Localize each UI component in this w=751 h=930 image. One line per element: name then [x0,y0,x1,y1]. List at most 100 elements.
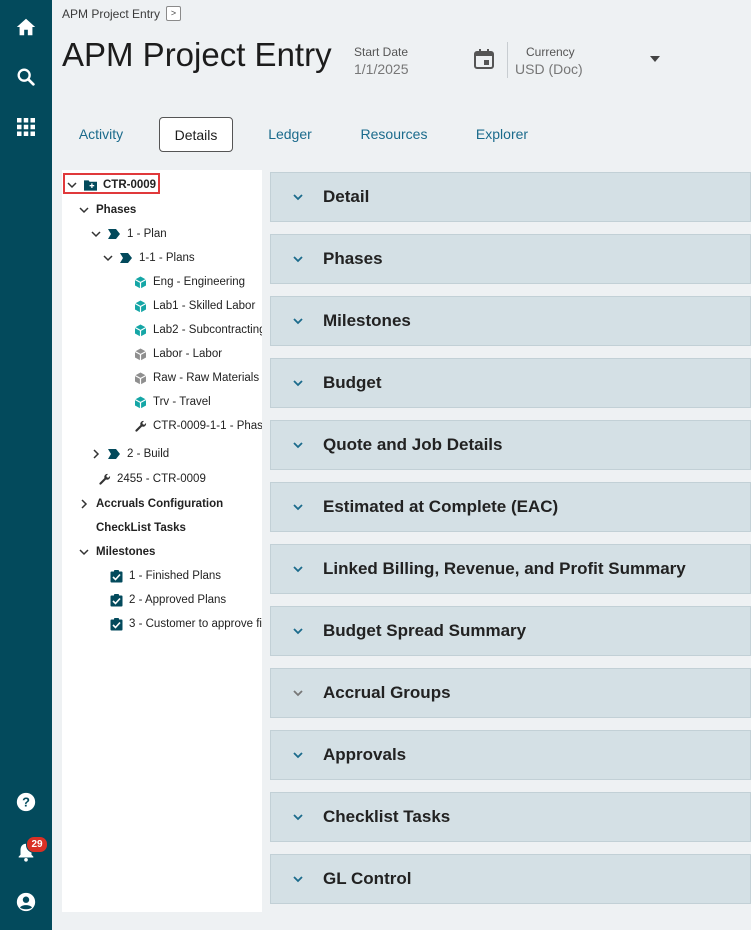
resource-cube-icon [134,300,147,313]
chevron-down-icon[interactable] [90,228,102,240]
section-gl-control[interactable]: GL Control [270,854,751,904]
tree-node-checklist[interactable]: CheckList Tasks [96,517,186,539]
section-title: Quote and Job Details [323,435,503,454]
section-accrual-groups[interactable]: Accrual Groups [270,668,751,718]
section-checklist-tasks[interactable]: Checklist Tasks [270,792,751,842]
breadcrumb-label[interactable]: APM Project Entry [62,7,160,21]
chevron-right-icon[interactable] [78,498,90,510]
start-date-value[interactable]: 1/1/2025 [354,61,409,77]
tree-node-milestones[interactable]: Milestones [78,541,155,563]
section-title: Linked Billing, Revenue, and Profit Summ… [323,559,686,578]
tree-node-phase-item[interactable]: CTR-0009-1-1 - Phase [134,415,262,437]
tree-plan-label: 1 - Plan [127,228,167,240]
section-phases[interactable]: Phases [270,234,751,284]
calendar-icon[interactable] [472,47,496,71]
section-detail[interactable]: Detail [270,172,751,222]
tree-node-build[interactable]: 2 - Build [90,443,169,465]
phase-tag-icon [120,252,133,265]
tree-milestone-item[interactable]: 2 - Approved Plans [110,589,226,611]
tree-resource-item[interactable]: Lab2 - Subcontracting [134,319,262,341]
chevron-down-icon[interactable] [78,204,90,216]
resource-cube-icon [134,324,147,337]
svg-text:?: ? [22,795,30,810]
chevron-down-icon [291,314,305,328]
chevron-down-icon [291,810,305,824]
chevron-right-icon[interactable] [90,448,102,460]
tree-resource-item[interactable]: Eng - Engineering [134,271,245,293]
tree-resource-item[interactable]: Trv - Travel [134,391,211,413]
milestone-label: 1 - Finished Plans [129,570,222,582]
section-budget[interactable]: Budget [270,358,751,408]
breadcrumb-expand-button[interactable]: > [166,6,182,21]
currency-label: Currency [526,45,575,59]
notification-count-badge: 29 [26,836,48,853]
tree-phases-label: Phases [96,204,137,216]
section-milestones[interactable]: Milestones [270,296,751,346]
resource-label: Eng - Engineering [153,276,246,288]
chevron-down-icon[interactable] [66,179,78,191]
tree-milestone-item[interactable]: 1 - Finished Plans [110,565,221,587]
tree-resource-item[interactable]: Raw - Raw Materials [134,367,259,389]
tree-node-accruals[interactable]: Accruals Configuration [78,493,223,515]
home-icon[interactable] [0,7,52,47]
job-label: 2455 - CTR-0009 [117,473,206,485]
account-icon[interactable] [0,882,52,922]
resource-label: Lab2 - Subcontracting [153,324,262,336]
tab-activity[interactable]: Activity [68,117,134,150]
resource-cube-icon [134,396,147,409]
tab-resources[interactable]: Resources [355,117,433,150]
resource-cube-icon [134,348,147,361]
chevron-down-icon [291,438,305,452]
tree-node-job[interactable]: 2455 - CTR-0009 [98,468,206,490]
tab-ledger[interactable]: Ledger [260,117,320,150]
chevron-down-icon [291,748,305,762]
tree-node-plan[interactable]: 1 - Plan [90,223,167,245]
chevron-down-icon[interactable] [78,546,90,558]
section-title: Accrual Groups [323,683,451,702]
phase-item-label: CTR-0009-1-1 - Phase [153,420,262,432]
chevron-down-icon[interactable] [102,252,114,264]
tree-resource-item[interactable]: Labor - Labor [134,343,222,365]
tab-details[interactable]: Details [159,117,233,152]
tree-node-phases[interactable]: Phases [78,199,136,221]
tree-build-label: 2 - Build [127,448,170,460]
section-eac[interactable]: Estimated at Complete (EAC) [270,482,751,532]
page-title: APM Project Entry [62,36,332,73]
phase-tag-icon [108,228,121,241]
currency-value[interactable]: USD (Doc) [515,61,583,77]
wrench-icon [134,420,147,433]
tree-node-plans[interactable]: 1-1 - Plans [102,247,195,269]
section-title: Checklist Tasks [323,807,451,826]
tree-plans-label: 1-1 - Plans [139,252,195,264]
main-area: APM Project Entry > APM Project Entry St… [52,0,751,930]
milestone-check-icon [110,617,123,631]
section-quote-job-details[interactable]: Quote and Job Details [270,420,751,470]
resource-label: Trv - Travel [153,396,211,408]
resource-cube-icon [134,276,147,289]
section-title: Phases [323,249,383,268]
chevron-down-icon [291,624,305,638]
chevron-down-icon [291,500,305,514]
tree-node-root[interactable]: CTR-0009 [66,174,156,196]
resource-cube-icon [134,372,147,385]
apps-grid-icon[interactable] [0,107,52,147]
section-approvals[interactable]: Approvals [270,730,751,780]
section-title: Approvals [323,745,407,764]
chevron-down-icon [291,252,305,266]
breadcrumb: APM Project Entry > [62,6,182,21]
section-title: GL Control [323,869,412,888]
resource-label: Raw - Raw Materials [153,372,260,384]
search-icon[interactable] [0,57,52,97]
project-folder-icon [84,179,97,192]
currency-dropdown-icon[interactable] [650,56,660,62]
milestone-label: 3 - Customer to approve final [129,618,262,630]
help-icon[interactable]: ? [0,782,52,822]
milestone-label: 2 - Approved Plans [129,594,227,606]
tree-resource-item[interactable]: Lab1 - Skilled Labor [134,295,255,317]
section-linked-billing[interactable]: Linked Billing, Revenue, and Profit Summ… [270,544,751,594]
milestone-check-icon [110,593,123,607]
checklist-label: CheckList Tasks [96,522,186,534]
tab-explorer[interactable]: Explorer [468,117,536,150]
tree-milestone-item[interactable]: 3 - Customer to approve final [110,613,262,635]
section-budget-spread[interactable]: Budget Spread Summary [270,606,751,656]
